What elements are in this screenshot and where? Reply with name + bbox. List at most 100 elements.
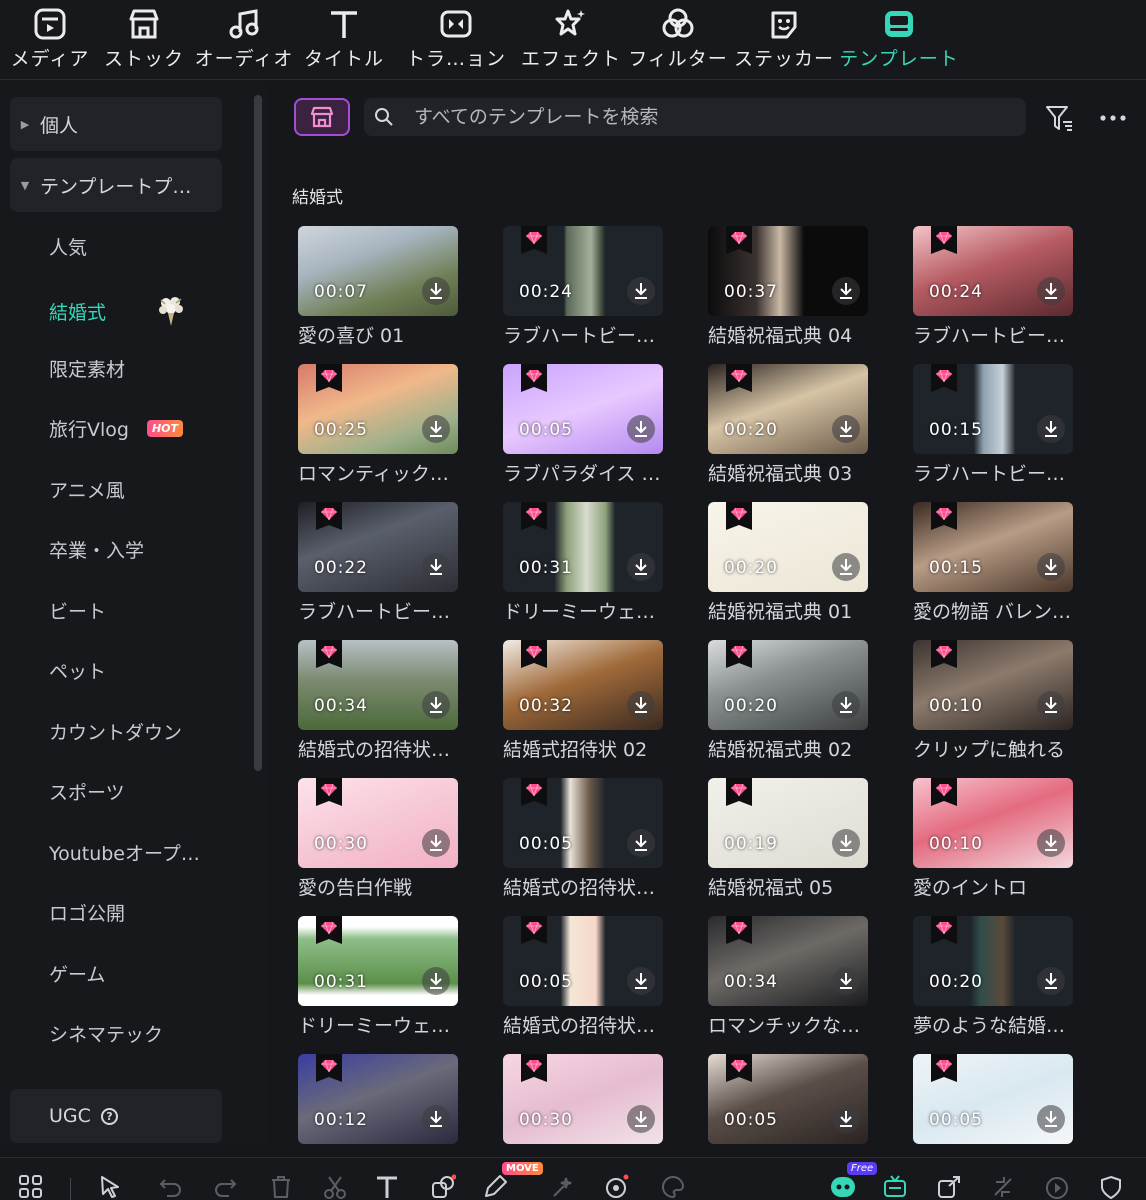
template-card[interactable]: 00:15 ラブハートビー… (913, 364, 1073, 494)
template-card[interactable]: 00:32 結婚式招待状 02 (503, 640, 663, 770)
template-card[interactable]: 00:05 結婚式の招待状… (503, 916, 663, 1046)
select-arrow-icon[interactable] (98, 1174, 124, 1200)
more-options-button[interactable] (1096, 103, 1130, 133)
ugc-button[interactable]: UGC ? (10, 1089, 222, 1143)
template-thumbnail[interactable]: 00:20 (708, 640, 868, 730)
template-thumbnail[interactable]: 00:19 (708, 778, 868, 868)
tab-filter[interactable]: フィルター (628, 4, 727, 76)
ai-assistant-icon[interactable] (828, 1172, 858, 1200)
download-icon[interactable] (832, 829, 860, 857)
template-card[interactable]: 00:10 愛のイントロ (913, 778, 1073, 908)
template-thumbnail[interactable]: 00:34 (298, 640, 458, 730)
template-card[interactable]: 00:20 結婚祝福式典 03 (708, 364, 868, 494)
download-icon[interactable] (627, 1105, 655, 1133)
template-card[interactable]: 00:22 ラブハートビー… (298, 502, 458, 632)
pen-tool-icon[interactable] (482, 1174, 508, 1200)
template-card[interactable]: 00:30 愛の告白作戦 (298, 778, 458, 908)
download-icon[interactable] (627, 553, 655, 581)
shield-icon[interactable] (1098, 1174, 1124, 1200)
template-thumbnail[interactable]: 00:10 (913, 640, 1073, 730)
download-icon[interactable] (422, 829, 450, 857)
tab-effect[interactable]: エフェクト (521, 4, 620, 76)
template-card[interactable]: 00:34 ロマンチックな… (708, 916, 868, 1046)
template-thumbnail[interactable]: 00:05 (708, 1054, 868, 1144)
tab-media[interactable]: メディア (11, 4, 88, 76)
sidebar-item-graduation[interactable]: 卒業・入学 (49, 536, 144, 563)
sidebar-item-youtube-opening[interactable]: Youtubeオープ… (49, 839, 200, 866)
download-icon[interactable] (1037, 691, 1065, 719)
template-thumbnail[interactable]: 00:05 (503, 364, 663, 454)
sidebar-item-sports[interactable]: スポーツ (49, 778, 125, 805)
ai-palette-icon[interactable] (660, 1174, 686, 1200)
template-thumbnail[interactable]: 00:05 (913, 1054, 1073, 1144)
template-thumbnail[interactable]: 00:07 (298, 226, 458, 316)
download-icon[interactable] (627, 829, 655, 857)
download-icon[interactable] (627, 277, 655, 305)
download-icon[interactable] (832, 967, 860, 995)
export-share-icon[interactable] (936, 1174, 962, 1200)
template-card[interactable]: 00:05 結婚式の招待状… (503, 778, 663, 908)
template-thumbnail[interactable]: 00:05 (503, 778, 663, 868)
template-thumbnail[interactable]: 00:20 (913, 916, 1073, 1006)
sidebar-item-pet[interactable]: ペット (49, 657, 106, 684)
download-icon[interactable] (1037, 553, 1065, 581)
ai-cutout-icon[interactable] (604, 1174, 630, 1200)
detach-icon[interactable] (990, 1174, 1016, 1200)
sidebar-item-game[interactable]: ゲーム (49, 960, 105, 987)
template-card[interactable]: 00:20 結婚祝福式典 02 (708, 640, 868, 770)
sidebar-item-wedding[interactable]: 結婚式 (49, 294, 186, 328)
sidebar-item-travel-vlog[interactable]: 旅行Vlog HOT (49, 415, 184, 442)
template-thumbnail[interactable]: 00:12 (298, 1054, 458, 1144)
download-icon[interactable] (627, 415, 655, 443)
template-thumbnail[interactable]: 00:05 (503, 916, 663, 1006)
download-icon[interactable] (422, 691, 450, 719)
template-thumbnail[interactable]: 00:15 (913, 502, 1073, 592)
filter-button[interactable] (1044, 103, 1074, 133)
download-icon[interactable] (627, 691, 655, 719)
template-card[interactable]: 00:05 (708, 1054, 868, 1145)
template-card[interactable]: 00:31 ドリーミーウェ… (298, 916, 458, 1046)
tab-title[interactable]: タイトル (304, 4, 384, 76)
template-card[interactable]: 00:34 結婚式の招待状… (298, 640, 458, 770)
sidebar-item-cinematic[interactable]: シネマテック (49, 1020, 163, 1047)
text-tool-icon[interactable] (374, 1174, 400, 1200)
sidebar-group-template-presets[interactable]: ▼ テンプレートプ… (10, 158, 222, 212)
template-card[interactable]: 00:15 愛の物語 バレン… (913, 502, 1073, 632)
template-card[interactable]: 00:12 (298, 1054, 458, 1145)
template-card[interactable]: 00:37 結婚祝福式典 04 (708, 226, 868, 356)
template-card[interactable]: 00:24 ラブハートビー… (913, 226, 1073, 356)
download-icon[interactable] (832, 277, 860, 305)
template-thumbnail[interactable]: 00:32 (503, 640, 663, 730)
template-thumbnail[interactable]: 00:20 (708, 364, 868, 454)
tab-stock[interactable]: ストック (104, 4, 183, 76)
download-icon[interactable] (832, 691, 860, 719)
download-icon[interactable] (832, 1105, 860, 1133)
delete-icon[interactable] (268, 1174, 294, 1200)
template-card[interactable]: 00:31 ドリーミーウェ… (503, 502, 663, 632)
download-icon[interactable] (422, 553, 450, 581)
help-icon[interactable]: ? (100, 1107, 118, 1125)
search-bar[interactable] (364, 98, 1026, 136)
template-thumbnail[interactable]: 00:31 (503, 502, 663, 592)
template-card[interactable]: 00:19 結婚祝福式 05 (708, 778, 868, 908)
sidebar-group-personal[interactable]: ▶ 個人 (10, 97, 222, 151)
redo-icon[interactable] (212, 1174, 238, 1200)
download-icon[interactable] (422, 1105, 450, 1133)
template-thumbnail[interactable]: 00:20 (708, 502, 868, 592)
template-thumbnail[interactable]: 00:37 (708, 226, 868, 316)
template-thumbnail[interactable]: 00:24 (503, 226, 663, 316)
download-icon[interactable] (1037, 967, 1065, 995)
template-thumbnail[interactable]: 00:15 (913, 364, 1073, 454)
download-icon[interactable] (422, 415, 450, 443)
download-icon[interactable] (832, 553, 860, 581)
sidebar-scrollbar[interactable] (254, 95, 262, 771)
scissors-icon[interactable] (322, 1174, 348, 1200)
tab-template[interactable]: テンプレート (839, 4, 958, 76)
template-card[interactable]: 00:20 結婚祝福式典 01 (708, 502, 868, 632)
tab-sticker[interactable]: ステッカー (734, 4, 833, 76)
download-icon[interactable] (422, 277, 450, 305)
sidebar-item-logo-reveal[interactable]: ロゴ公開 (49, 899, 125, 926)
template-card[interactable]: 00:07 愛の喜び 01 (298, 226, 458, 356)
template-thumbnail[interactable]: 00:25 (298, 364, 458, 454)
tab-audio[interactable]: オーディオ (195, 4, 292, 76)
